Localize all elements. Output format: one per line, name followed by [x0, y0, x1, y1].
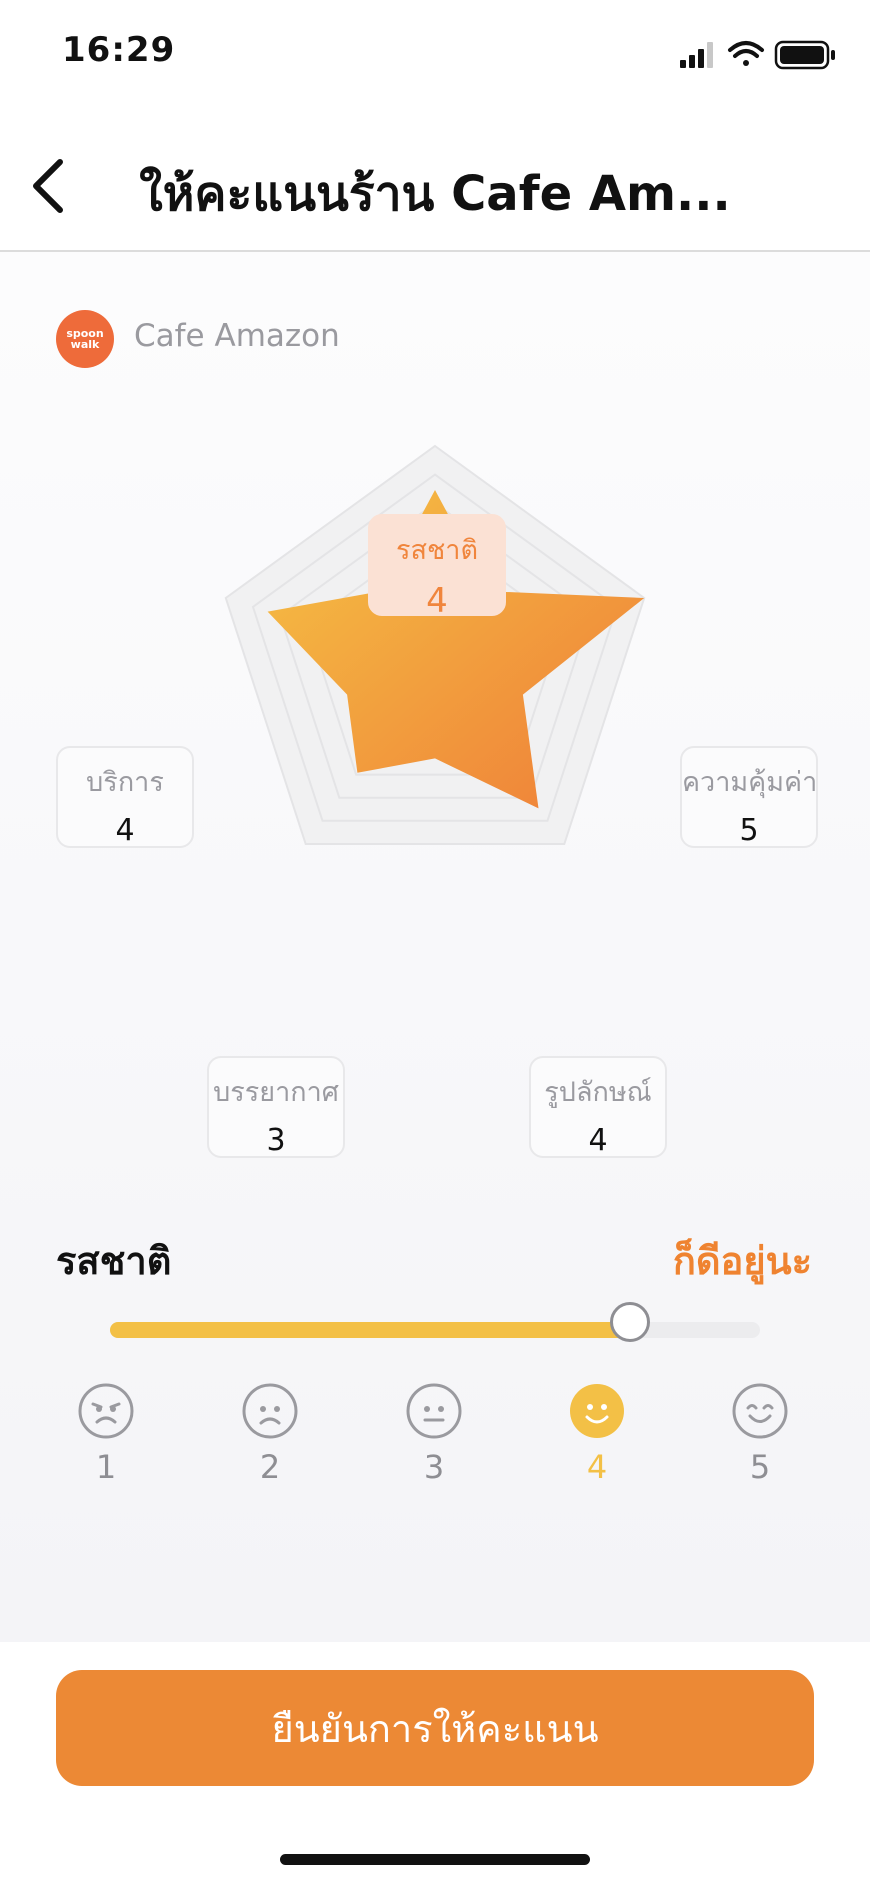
face-option-1[interactable]: 1	[46, 1382, 166, 1486]
face-number: 5	[749, 1448, 771, 1486]
wifi-icon	[728, 41, 764, 66]
face-number: 4	[586, 1448, 608, 1486]
status-time: 16:29	[62, 30, 176, 70]
rating-box-service[interactable]: บริการ 4	[56, 746, 194, 848]
face-number: 1	[95, 1448, 117, 1486]
angry-face-icon	[78, 1383, 134, 1439]
rating-box-appearance[interactable]: รูปลักษณ์ 4	[529, 1056, 667, 1158]
face-option-4[interactable]: 4	[537, 1382, 657, 1486]
face-option-3[interactable]: 3	[374, 1382, 494, 1486]
rating-box-value[interactable]: ความคุ้มค่า 5	[680, 746, 818, 848]
chevron-left-icon	[33, 159, 63, 213]
status-bar: 16:29	[0, 0, 870, 110]
confirm-rating-button[interactable]: ยืนยันการให้คะแนน	[56, 1670, 814, 1786]
back-button[interactable]	[22, 150, 82, 220]
cellular-signal-icon	[680, 42, 713, 68]
face-selector: 1 2 3 4 5	[0, 1382, 870, 1502]
rating-value-value: 5	[739, 813, 759, 848]
header: ให้คะแนนร้าน Cafe Am...	[0, 110, 870, 252]
rating-label-service: บริการ	[86, 767, 164, 798]
rating-value-appearance: 4	[588, 1123, 608, 1158]
rating-label-taste: รสชาติ	[395, 535, 478, 566]
rating-label-appearance: รูปลักษณ์	[544, 1077, 652, 1108]
rating-value-service: 4	[115, 813, 135, 848]
slider-thumb[interactable]	[610, 1302, 650, 1342]
battery-icon	[774, 40, 835, 70]
face-number: 2	[259, 1448, 281, 1486]
rating-box-atmosphere[interactable]: บรรยากาศ 3	[207, 1056, 345, 1158]
happy-face-icon	[732, 1383, 788, 1439]
slider-fill	[110, 1322, 630, 1338]
selected-category-title: รสชาติ	[56, 1239, 172, 1283]
face-number: 3	[423, 1448, 445, 1486]
rating-content: spoon walk Cafe Amazon รสชาติ 4 ความคุ้ม…	[0, 252, 870, 1642]
rating-label-value: ความคุ้มค่า	[682, 767, 818, 798]
face-option-2[interactable]: 2	[210, 1382, 330, 1486]
rating-value-taste: 4	[426, 581, 448, 621]
face-option-5[interactable]: 5	[700, 1382, 820, 1486]
bottom-bar: ยืนยันการให้คะแนน	[0, 1642, 870, 1884]
home-indicator	[280, 1854, 590, 1865]
confirm-button-label: ยืนยันการให้คะแนน	[271, 1706, 599, 1751]
selected-category-description: ก็ดีอยู่นะ	[672, 1239, 812, 1283]
neutral-face-icon	[406, 1383, 462, 1439]
rating-box-taste[interactable]: รสชาติ 4	[368, 514, 506, 621]
status-icons	[680, 38, 840, 72]
rating-value-atmosphere: 3	[266, 1123, 286, 1158]
sad-face-icon	[242, 1383, 298, 1439]
rating-label-atmosphere: บรรยากาศ	[213, 1077, 339, 1108]
rating-slider[interactable]	[110, 1302, 760, 1342]
page-title: ให้คะแนนร้าน Cafe Am...	[139, 166, 731, 222]
smile-face-icon	[570, 1384, 624, 1438]
radar-chart	[224, 444, 646, 845]
